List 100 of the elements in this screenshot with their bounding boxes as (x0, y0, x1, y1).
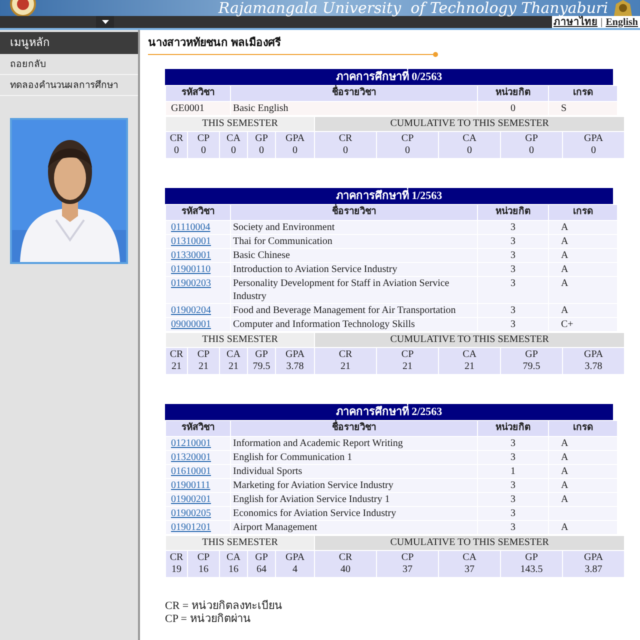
summary-label: CR (168, 133, 184, 145)
summary-label: CA (226, 133, 242, 145)
summary-header: THIS SEMESTER (166, 117, 314, 131)
column-header: หน่วยกิต (478, 205, 548, 220)
summary-value: 143.5 (519, 564, 544, 576)
column-header: ชื่อรายวิชา (231, 205, 477, 220)
credits: 3 (510, 508, 516, 519)
credits: 3 (510, 452, 516, 463)
grade: A (561, 480, 568, 491)
credits: 3 (510, 522, 516, 533)
course-name: Economics for Aviation Service Industry (233, 508, 396, 519)
summary-value: 40 (340, 564, 352, 576)
summary-label: GPA (583, 349, 604, 361)
summary-label: CR (338, 552, 354, 564)
language-link[interactable]: ภาษาไทย (554, 14, 598, 30)
credits: 3 (510, 480, 516, 491)
grade: A (561, 264, 568, 275)
credits: 3 (510, 264, 516, 275)
grade: C+ (561, 319, 574, 330)
credits: 3 (510, 278, 516, 289)
summary-label: CA (462, 133, 478, 145)
summary-label: GP (524, 349, 539, 361)
grade: A (561, 236, 568, 247)
summary-header: CUMULATIVE TO THIS SEMESTER (315, 333, 624, 347)
summary-value: 0 (466, 145, 474, 157)
summary-value: 21 (464, 361, 476, 373)
summary-header: THIS SEMESTER (166, 536, 314, 550)
semester-title: ภาคการศึกษาที่ 2/2563 (165, 404, 613, 420)
summary-header: THIS SEMESTER (166, 333, 314, 347)
column-header: หน่วยกิต (478, 86, 548, 101)
link-separator: | (600, 16, 603, 30)
column-header: เกรด (549, 421, 617, 436)
summary-label: CP (196, 349, 211, 361)
column-header: เกรด (549, 205, 617, 220)
summary-label: CA (462, 552, 478, 564)
course-name: Airport Management (233, 522, 318, 533)
grade: A (561, 522, 568, 533)
credits: 3 (510, 236, 516, 247)
course-name: Information and Academic Report Writing (233, 438, 403, 449)
summary-label: GP (254, 349, 269, 361)
summary-value: 16 (198, 564, 210, 576)
credits: 0 (510, 103, 516, 114)
summary-label: CP (196, 133, 211, 145)
summary-label: CA (226, 552, 242, 564)
summary-label: CR (338, 349, 354, 361)
emblem-icon (612, 0, 634, 16)
course-name: English for Aviation Service Industry 1 (233, 494, 390, 505)
grade: A (561, 278, 568, 289)
summary-value: 3.87 (584, 564, 604, 576)
summary-value: 0 (292, 145, 299, 157)
sidebar-item[interactable]: ทดลองคำนวนผลการศึกษา (0, 75, 138, 96)
summary-value: 0 (342, 145, 350, 157)
grade: A (561, 438, 568, 449)
summary-value: 3.78 (285, 361, 305, 373)
summary-label: CP (400, 349, 415, 361)
summary-label: GP (524, 133, 539, 145)
column-header: หน่วยกิต (478, 421, 548, 436)
credits: 3 (510, 438, 516, 449)
summary-value: 64 (256, 564, 268, 576)
course-name: Food and Beverage Management for Air Transportation (233, 305, 456, 316)
grade: A (561, 250, 568, 261)
summary-label: CR (168, 349, 184, 361)
summary-value: 21 (402, 361, 414, 373)
summary-label: CA (226, 349, 242, 361)
summary-label: GP (254, 133, 269, 145)
course-name: Thai for Communication (233, 236, 332, 247)
column-header: ชื่อรายวิชา (231, 421, 477, 436)
student-name: นางสาวหทัยชนก พลเมืองศรี (148, 36, 282, 50)
menu-title: เมนูหลัก (0, 32, 138, 54)
summary-label: CP (400, 552, 415, 564)
summary-label: CR (338, 133, 354, 145)
grade: A (561, 305, 568, 316)
summary-label: GPA (583, 133, 604, 145)
language-link[interactable]: English (606, 14, 638, 30)
summary-label: GPA (284, 552, 306, 564)
course-name: Personality Development for Staff in Aviation Service Industry (233, 278, 450, 302)
summary-value: 0 (258, 145, 265, 157)
column-header: รหัสวิชา (166, 86, 230, 101)
summary-value: 3.78 (584, 361, 604, 373)
legend-text: CP = หน่วยกิตผ่าน (165, 613, 252, 626)
summary-label: CP (400, 133, 415, 145)
summary-label: GP (524, 552, 539, 564)
caret-icon (102, 20, 108, 24)
summary-value: 37 (402, 564, 414, 576)
summary-label: GPA (284, 349, 306, 361)
grade: A (561, 494, 568, 505)
course-name: English for Communication 1 (233, 452, 352, 463)
column-header: รหัสวิชา (166, 421, 230, 436)
summary-value: 0 (404, 145, 412, 157)
course-name: Computer and Information Technology Skills (233, 319, 415, 330)
sidebar-item[interactable]: ถอยกลับ (0, 54, 138, 75)
summary-header: CUMULATIVE TO THIS SEMESTER (315, 536, 624, 550)
university-title: Rajamangala University of Technology Thanyaburi (218, 0, 608, 16)
dropdown-button[interactable] (96, 16, 114, 28)
credits: 3 (510, 250, 516, 261)
summary-label: GPA (583, 552, 604, 564)
course-name: Introduction to Aviation Service Industry (233, 264, 398, 275)
summary-value: 0 (173, 145, 180, 157)
credits: 1 (510, 466, 516, 477)
summary-label: CA (462, 349, 478, 361)
